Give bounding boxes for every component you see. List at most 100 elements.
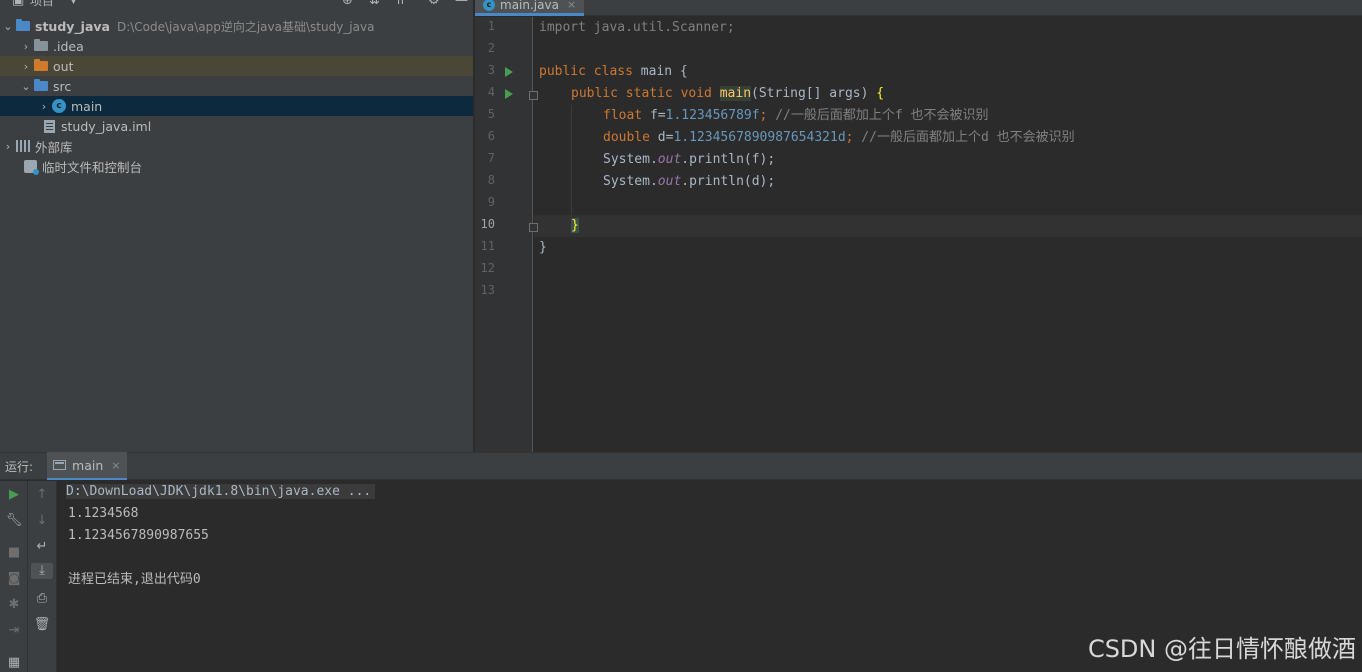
code-line-4: public static void main(String[] args) { bbox=[571, 83, 884, 105]
console-icon bbox=[53, 460, 67, 470]
gear-icon[interactable]: ⚙ bbox=[428, 0, 440, 10]
console-output-line: 1.1234567890987655 bbox=[68, 528, 209, 543]
wrench-icon[interactable]: 🔧︎ bbox=[0, 513, 28, 529]
current-line-highlight bbox=[534, 215, 1362, 237]
tree-item-main[interactable]: › c main bbox=[0, 96, 473, 116]
rerun-icon[interactable]: ▶ bbox=[0, 487, 28, 503]
code-text: main { bbox=[632, 64, 688, 79]
tree-item-study-java[interactable]: ⌄ study_java D:\Code\java\app逆向之java基础\s… bbox=[0, 16, 473, 36]
excluded-folder-icon bbox=[34, 59, 48, 71]
run-class-icon[interactable] bbox=[505, 67, 513, 77]
tree-item-label: 外部库 bbox=[35, 139, 73, 155]
watermark: CSDN @往日情怀酿做酒 bbox=[1087, 635, 1356, 663]
line-number: 5 bbox=[487, 107, 495, 121]
soft-wrap-icon[interactable]: ↵ bbox=[28, 539, 56, 555]
line-number-current: 10 bbox=[480, 217, 495, 231]
code-text: System. bbox=[603, 174, 658, 189]
tab-main-java[interactable]: c main.java × bbox=[475, 0, 585, 16]
chevron-down-icon[interactable]: ▼ bbox=[70, 0, 77, 10]
chevron-right-icon[interactable]: › bbox=[0, 140, 16, 153]
java-class-icon: c bbox=[52, 99, 66, 113]
tree-item-external-libraries[interactable]: › 外部库 bbox=[0, 136, 473, 156]
project-view-icon[interactable]: ▣ bbox=[12, 0, 24, 10]
line-number: 6 bbox=[487, 129, 495, 143]
minimize-icon[interactable]: — bbox=[455, 0, 468, 10]
chevron-right-icon[interactable]: › bbox=[36, 100, 52, 113]
expand-all-icon[interactable]: ⇊ bbox=[369, 0, 380, 10]
tree-item-label: .idea bbox=[53, 38, 84, 54]
print-icon[interactable]: ⎙ bbox=[28, 591, 56, 607]
run-tab-label: main bbox=[72, 457, 104, 473]
line-number: 2 bbox=[487, 41, 495, 55]
scratch-icon bbox=[24, 159, 39, 175]
indent-guide bbox=[571, 105, 572, 215]
tree-item-idea[interactable]: › .idea bbox=[0, 36, 473, 56]
locate-icon[interactable]: ⊕ bbox=[342, 0, 353, 10]
code-editor[interactable]: 1 2 3 4 5 6 7 8 9 10 11 12 13 import jav… bbox=[475, 17, 1362, 452]
console-command-line: D:\DownLoad\JDK\jdk1.8\bin\java.exe ... bbox=[66, 481, 376, 503]
code-text: ; bbox=[845, 130, 862, 145]
trash-icon[interactable]: 🗑︎ bbox=[28, 617, 56, 633]
folder-icon bbox=[34, 39, 48, 51]
code-line-11: } bbox=[539, 237, 547, 259]
run-main-icon[interactable] bbox=[505, 89, 513, 99]
tree-item-label: study_java bbox=[35, 18, 110, 34]
line-number: 8 bbox=[487, 173, 495, 187]
collapse-all-icon[interactable]: ⇈ bbox=[395, 0, 406, 10]
code-line-8: System.out.println(d); bbox=[603, 171, 775, 193]
console-command: D:\DownLoad\JDK\jdk1.8\bin\java.exe ... bbox=[66, 484, 376, 499]
tree-item-scratches[interactable]: 临时文件和控制台 bbox=[0, 156, 473, 176]
iml-file-icon bbox=[44, 119, 55, 133]
code-line-7: System.out.println(f); bbox=[603, 149, 775, 171]
fold-icon[interactable] bbox=[529, 223, 538, 232]
exit-icon[interactable]: ⇥ bbox=[0, 623, 28, 639]
code-text: (String[] args) bbox=[751, 86, 877, 101]
chevron-down-icon[interactable]: ⌄ bbox=[18, 80, 34, 93]
close-icon[interactable]: × bbox=[111, 459, 120, 472]
project-title[interactable]: 项目 bbox=[30, 0, 54, 10]
console-output-line: 1.1234568 bbox=[68, 506, 139, 521]
import-statement: import java.util.Scanner; bbox=[539, 20, 735, 35]
run-tab-main[interactable]: main × bbox=[47, 452, 127, 480]
code-line-3: public class main { bbox=[539, 61, 688, 83]
number-literal: 1.1234567890987654321d bbox=[673, 130, 846, 145]
tree-item-label: study_java.iml bbox=[61, 118, 152, 134]
run-panel-label: 运行: bbox=[5, 459, 34, 474]
code-text: System. bbox=[603, 152, 658, 167]
arrow-up-icon[interactable]: ↑ bbox=[28, 487, 56, 503]
run-toolbar-right: ↑ ↓ ↵ ⤓ ⎙ 🗑︎ bbox=[28, 481, 57, 672]
module-path: D:\Code\java\app逆向之java基础\study_java bbox=[116, 19, 375, 34]
code-line-10: } bbox=[571, 215, 579, 237]
module-folder-icon bbox=[16, 19, 30, 31]
editor-gutter: 1 2 3 4 5 6 7 8 9 10 11 12 13 bbox=[475, 17, 538, 452]
close-icon[interactable]: × bbox=[567, 0, 576, 11]
line-number: 4 bbox=[487, 85, 495, 99]
keyword: double bbox=[603, 130, 650, 145]
fold-icon[interactable] bbox=[529, 91, 538, 100]
camera-icon[interactable]: ◙ bbox=[0, 571, 28, 587]
tree-item-out[interactable]: › out bbox=[0, 56, 473, 76]
layout-icon[interactable]: ▦ bbox=[0, 655, 28, 671]
code-line-5: float f=1.123456789f; //一般后面都加上个f 也不会被识别 bbox=[603, 105, 989, 127]
stop-icon[interactable]: ■ bbox=[0, 545, 28, 561]
comment: //一般后面都加上个f 也不会被识别 bbox=[775, 108, 989, 123]
chevron-right-icon[interactable]: › bbox=[18, 40, 34, 53]
scroll-to-end-icon[interactable]: ⤓ bbox=[31, 563, 53, 579]
tree-item-src[interactable]: ⌄ src bbox=[0, 76, 473, 96]
brace: { bbox=[876, 86, 885, 101]
project-panel: ▣ 项目 ▼ ⊕ ⇊ ⇈ ⚙ — ⌄ study_java D:\Code\ja… bbox=[0, 0, 474, 452]
tree-item-iml[interactable]: study_java.iml bbox=[0, 116, 473, 136]
code-line-1: import java.util.Scanner; bbox=[539, 17, 735, 39]
console-exit-line: 进程已结束,退出代码0 bbox=[68, 572, 201, 587]
bug-icon[interactable]: ✱ bbox=[0, 597, 28, 613]
line-number: 9 bbox=[487, 195, 495, 209]
chevron-down-icon[interactable]: ⌄ bbox=[0, 20, 16, 33]
static-field: out bbox=[657, 174, 682, 189]
library-icon bbox=[16, 140, 31, 152]
line-number: 1 bbox=[487, 19, 495, 33]
keyword: public static void bbox=[571, 86, 712, 101]
tab-label: main.java bbox=[500, 0, 559, 12]
chevron-right-icon[interactable]: › bbox=[18, 60, 34, 73]
code-line-6: double d=1.1234567890987654321d; //一般后面都… bbox=[603, 127, 1075, 149]
arrow-down-icon[interactable]: ↓ bbox=[28, 513, 56, 529]
